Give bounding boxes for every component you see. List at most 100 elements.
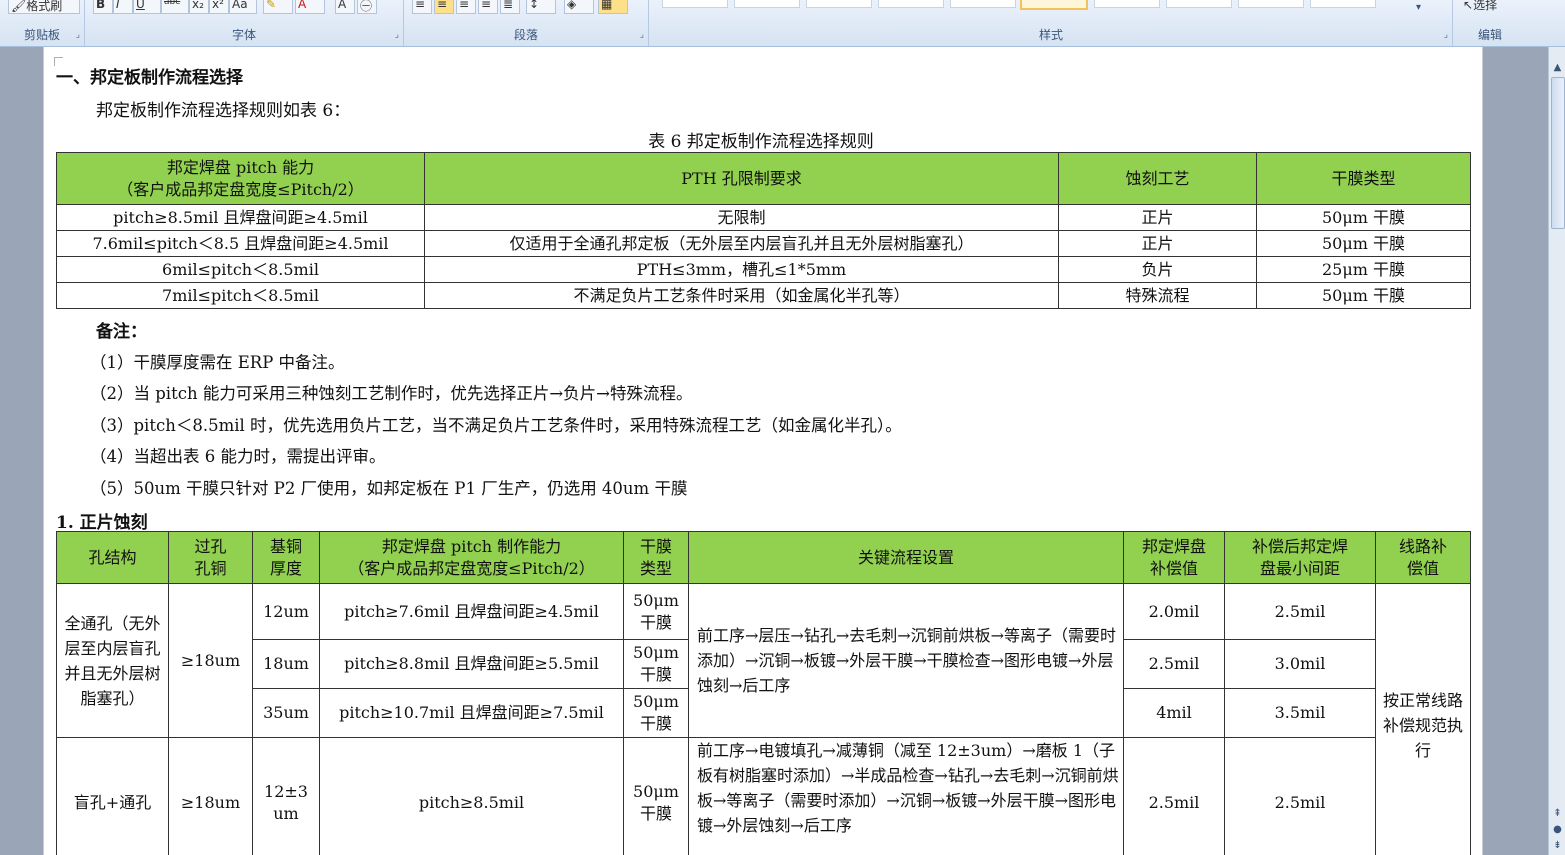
scrollbar-thumb[interactable] — [1551, 77, 1565, 229]
dialog-launcher-icon[interactable]: ⌟ — [395, 30, 399, 40]
table-cell: 特殊流程 — [1058, 282, 1257, 309]
positive-etch-table[interactable]: 孔结构 过孔 孔铜 基铜 厚度 邦定焊盘 pitch 制作能力 （客户成品邦定盘… — [56, 531, 1471, 855]
header-min-spacing: 补偿后邦定焊 盘最小间距 — [1224, 531, 1376, 584]
table-cell: pitch≥10.7mil 且焊盘间距≥7.5mil — [319, 688, 624, 738]
note-item[interactable]: （5）50um 干膜只针对 P2 厂使用，如邦定板在 P1 厂生产，仍选用 40… — [90, 475, 687, 499]
change-case-icon[interactable]: Aa — [229, 0, 257, 14]
dialog-launcher-icon[interactable]: ⌟ — [640, 30, 644, 40]
underline-icon[interactable]: U — [133, 0, 161, 14]
dialog-launcher-icon[interactable]: ⌟ — [76, 30, 80, 40]
clipboard-group: 🖌格式刷 剪贴板 ⌟ — [0, 0, 85, 46]
table-cell: 2.5mil — [1123, 639, 1225, 689]
table-cell: 2.5mil — [1224, 737, 1376, 855]
table-cell: 2.5mil — [1123, 737, 1225, 855]
note-item[interactable]: （1）干膜厚度需在 ERP 中备注。 — [90, 349, 345, 373]
subscript-icon[interactable]: x₂ — [189, 0, 209, 14]
header-pth-limit: PTH 孔限制要求 — [424, 152, 1059, 205]
table-row: pitch≥8.5mil 且焊盘间距≥4.5mil 无限制 正片 50μm 干膜 — [56, 204, 1471, 231]
styles-group: ▾ 样式 ⌟ — [650, 0, 1453, 46]
table-cell: 盲孔+通孔 — [56, 737, 169, 855]
enclose-char-icon[interactable]: ㊀ — [357, 0, 377, 14]
table-cell: 50μm 干膜 — [1256, 204, 1471, 231]
header-etch-process: 蚀刻工艺 — [1058, 152, 1257, 205]
select-button[interactable]: ↖选择 — [1461, 0, 1521, 12]
table-cell: 7.6mil≤pitch＜8.5 且焊盘间距≥4.5mil — [56, 230, 425, 257]
editing-group: ↖选择 编辑 — [1453, 0, 1527, 46]
style-gallery-item[interactable] — [878, 0, 944, 8]
table-row: 6mil≤pitch＜8.5mil PTH≤3mm，槽孔≤1*5mm 负片 25… — [56, 256, 1471, 283]
table-caption[interactable]: 表 6 邦定板制作流程选择规则 — [56, 127, 1466, 152]
section2-title[interactable]: 1. 正片蚀刻 — [56, 508, 148, 533]
note-item[interactable]: （3）pitch＜8.5mil 时，优先选用负片工艺，当不满足负片工艺条件时，采… — [90, 412, 902, 436]
table-6[interactable]: 邦定焊盘 pitch 能力 （客户成品邦定盘宽度≤Pitch/2） PTH 孔限… — [56, 152, 1471, 309]
header-film-type: 干膜类型 — [1256, 152, 1471, 205]
select-browse-object-icon[interactable]: ● — [1550, 823, 1565, 837]
next-page-icon[interactable]: ⇟ — [1550, 839, 1565, 853]
format-painter-button[interactable]: 🖌格式刷 — [8, 0, 80, 14]
style-gallery-item[interactable] — [1166, 0, 1232, 8]
italic-icon[interactable]: I — [113, 0, 133, 14]
table-cell: 50μm 干膜 — [1256, 282, 1471, 309]
paragraph-group-label: 段落 — [513, 28, 538, 42]
table-cell: 3.5mil — [1224, 688, 1376, 738]
styles-group-label: 样式 — [1038, 28, 1063, 42]
style-gallery-item[interactable] — [662, 0, 728, 8]
align-right-icon[interactable]: ≡ — [456, 0, 476, 14]
style-gallery-item[interactable] — [950, 0, 1016, 8]
table-cell: 50μm 干膜 — [623, 583, 689, 640]
table-cell: 2.5mil — [1224, 583, 1376, 640]
highlight-icon[interactable]: ✎ — [263, 0, 293, 14]
bold-icon[interactable]: B — [93, 0, 113, 14]
char-shading-icon[interactable]: A — [335, 0, 355, 14]
document-page[interactable]: 一、邦定板制作流程选择 邦定板制作流程选择规则如表 6： 表 6 邦定板制作流程… — [43, 47, 1483, 855]
note-item[interactable]: （2）当 pitch 能力可采用三种蚀刻工艺制作时，优先选择正片→负片→特殊流程… — [90, 380, 692, 404]
dialog-launcher-icon[interactable]: ⌟ — [1444, 30, 1448, 40]
clipboard-group-label: 剪贴板 — [23, 28, 60, 42]
align-left-icon[interactable]: ≡ — [412, 0, 432, 14]
vertical-scrollbar[interactable]: ▲ ⇞ ● ⇟ — [1548, 47, 1565, 855]
intro-paragraph[interactable]: 邦定板制作流程选择规则如表 6： — [96, 96, 350, 121]
table-cell: 50μm 干膜 — [623, 639, 689, 689]
strikethrough-icon[interactable]: abc — [161, 0, 189, 14]
distributed-icon[interactable]: ≣ — [500, 0, 520, 14]
table-cell: 7mil≤pitch＜8.5mil — [56, 282, 425, 309]
table-cell: 全通孔（无外层至内层盲孔并且无外层树脂塞孔） — [56, 583, 169, 738]
table-cell: 前工序→层压→钻孔→去毛刺→沉铜前烘板→等离子（需要时添加）→沉铜→板镀→外层干… — [688, 583, 1124, 738]
table-cell: 正片 — [1058, 204, 1257, 231]
chevron-down-icon[interactable]: ▾ — [1416, 2, 1421, 13]
style-gallery-item[interactable] — [1310, 0, 1376, 8]
font-group: B I U abc x₂ x² Aa ✎ A A ㊀ 字体 ⌟ — [85, 0, 404, 46]
font-color-icon[interactable]: A — [295, 0, 325, 14]
table-cell: 无限制 — [424, 204, 1059, 231]
table-cell: 不满足负片工艺条件时采用（如金属化半孔等） — [424, 282, 1059, 309]
table-cell: ≥18um — [168, 583, 253, 738]
paragraph-group: ≡ ≡ ≡ ≡ ≣ ↕ ◈ ▦ 段落 ⌟ — [404, 0, 649, 46]
table-cell: 3.0mil — [1224, 639, 1376, 689]
shading-icon[interactable]: ◈ — [564, 0, 594, 14]
style-gallery-item[interactable] — [734, 0, 800, 8]
scroll-up-icon[interactable]: ▲ — [1550, 61, 1565, 75]
borders-icon[interactable]: ▦ — [598, 0, 628, 14]
superscript-icon[interactable]: x² — [209, 0, 229, 14]
table-cell: 按正常线路补偿规范执行 — [1375, 583, 1471, 855]
style-gallery-item[interactable] — [806, 0, 872, 8]
style-gallery-item[interactable] — [1020, 0, 1088, 10]
document-area[interactable]: 一、邦定板制作流程选择 邦定板制作流程选择规则如表 6： 表 6 邦定板制作流程… — [0, 47, 1548, 855]
notes-title[interactable]: 备注： — [96, 317, 147, 342]
note-item[interactable]: （4）当超出表 6 能力时，需提出评审。 — [90, 443, 386, 467]
header-line: 邦定焊盘 pitch 能力 — [166, 157, 315, 177]
align-center-icon[interactable]: ≡ — [434, 0, 454, 14]
style-gallery-item[interactable] — [1094, 0, 1160, 8]
header-line: 补偿后邦定焊 — [1251, 536, 1348, 556]
style-gallery-item[interactable] — [1238, 0, 1304, 8]
table-cell: 负片 — [1058, 256, 1257, 283]
header-pitch-capability: 邦定焊盘 pitch 能力 （客户成品邦定盘宽度≤Pitch/2） — [56, 152, 425, 205]
line-spacing-icon[interactable]: ↕ — [526, 0, 556, 14]
header-line: 孔铜 — [194, 558, 227, 578]
previous-page-icon[interactable]: ⇞ — [1550, 807, 1565, 821]
justify-icon[interactable]: ≡ — [478, 0, 498, 14]
table-cell: 2.0mil — [1123, 583, 1225, 640]
section-title[interactable]: 一、邦定板制作流程选择 — [56, 63, 243, 88]
table-cell: 50μm 干膜 — [623, 688, 689, 738]
header-pitch-capability: 邦定焊盘 pitch 制作能力 （客户成品邦定盘宽度≤Pitch/2） — [319, 531, 624, 584]
